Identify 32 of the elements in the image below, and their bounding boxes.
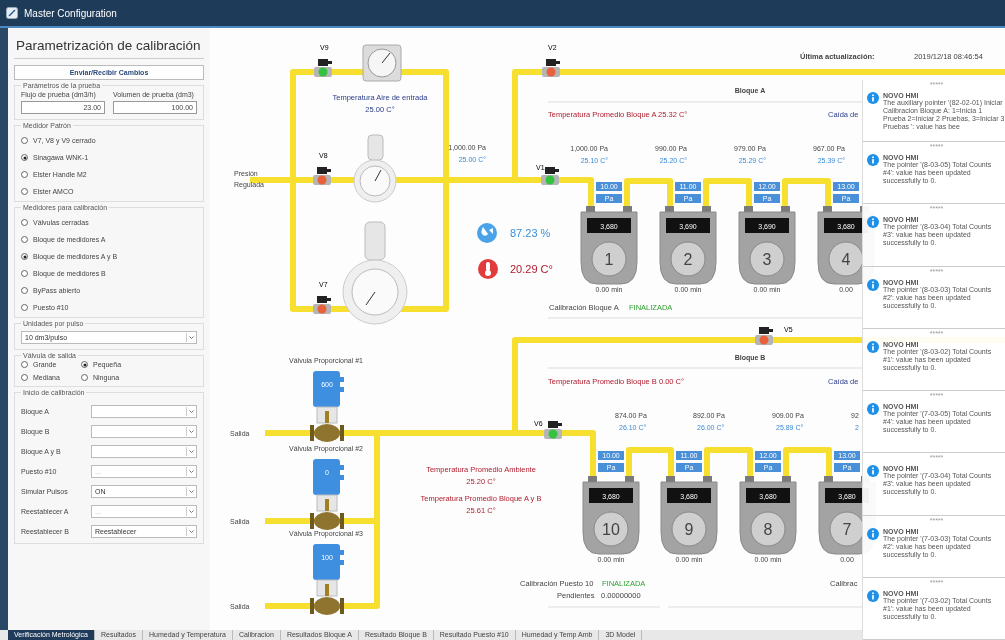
chevron-down-icon — [186, 447, 196, 456]
info-icon — [867, 403, 879, 416]
solenoid-valve[interactable] — [544, 421, 562, 439]
chevron-down-icon — [186, 487, 196, 496]
window-title: Master Configuration — [24, 7, 117, 19]
chevron-down-icon — [186, 407, 196, 416]
panel-title: Parametrización de calibración — [14, 34, 204, 59]
temperature-value: 20.29 C° — [510, 263, 553, 275]
chevron-down-icon — [186, 427, 196, 436]
thermometer-icon — [478, 259, 498, 279]
info-icon — [867, 278, 879, 291]
solenoid-valve[interactable] — [755, 327, 773, 345]
chevron-down-icon — [186, 467, 196, 476]
chevron-down-icon — [186, 333, 196, 342]
gauge-drawing — [362, 44, 402, 82]
info-icon — [867, 465, 879, 478]
info-icon — [867, 216, 879, 229]
info-icon — [867, 92, 879, 104]
chevron-down-icon — [186, 507, 196, 516]
info-icon — [867, 340, 879, 353]
solenoid-valve[interactable] — [314, 59, 332, 77]
solenoid-valve[interactable] — [313, 167, 331, 185]
humidity-value: 87.23 % — [510, 227, 551, 239]
info-icon — [867, 527, 879, 540]
app-icon — [6, 7, 18, 19]
gauge-drawing — [353, 134, 397, 203]
chevron-down-icon — [186, 527, 196, 536]
solenoid-valve[interactable] — [542, 59, 560, 77]
humidity-icon — [477, 223, 497, 243]
info-icon — [867, 154, 879, 167]
info-icon — [867, 589, 879, 602]
solenoid-valve[interactable] — [313, 296, 331, 314]
